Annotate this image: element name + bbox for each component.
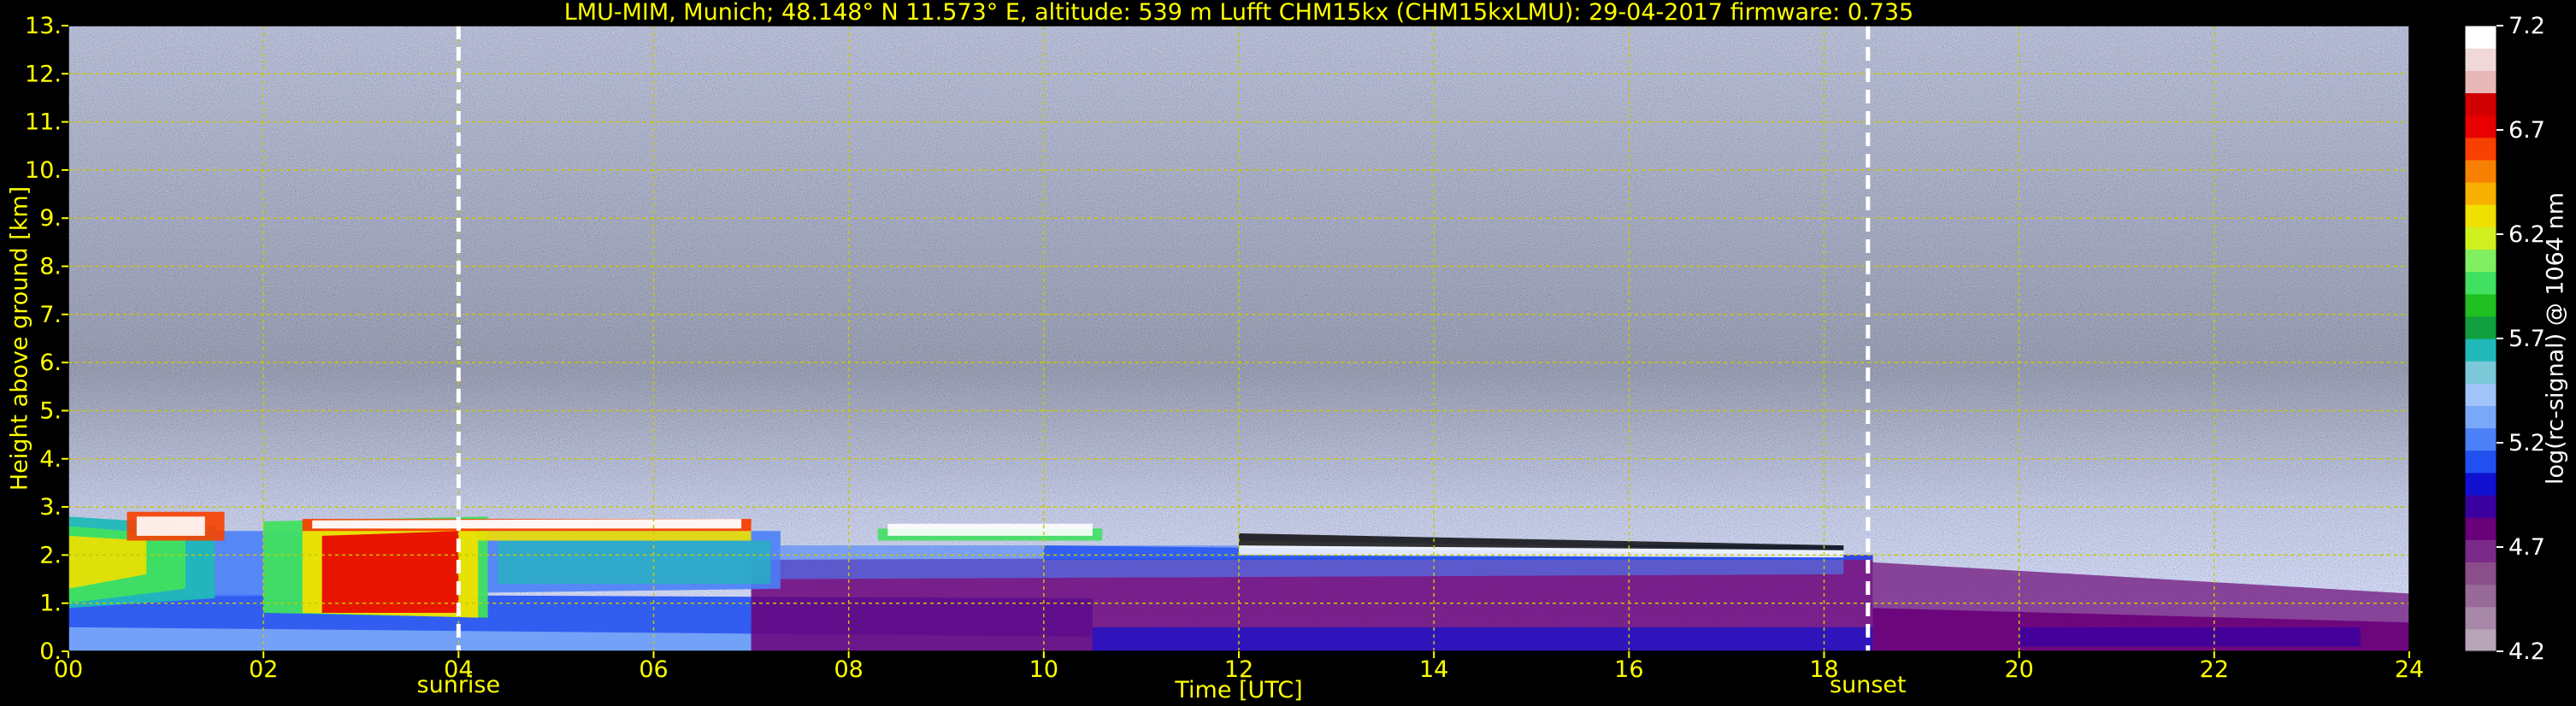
colorbar-segment-12 (2465, 361, 2496, 384)
signal-band (887, 523, 1093, 536)
colorbar-segment-21 (2465, 159, 2496, 183)
y-tick-label-12: 12. (25, 61, 62, 87)
colorbar-tick-label-3: 5.7 (2508, 326, 2545, 352)
colorbar-tick-label-2: 5.2 (2508, 430, 2545, 456)
x-tick-label-5: 10 (1029, 656, 1058, 683)
plot-area (68, 26, 2409, 651)
x-tick-label-1: 02 (249, 656, 278, 683)
colorbar-tick-label-1: 4.7 (2508, 534, 2545, 561)
chart-title: LMU-MIM, Munich; 48.148° N 11.573° E, al… (564, 0, 1913, 26)
y-tick-label-0: 0. (39, 638, 62, 665)
signal-band (136, 516, 205, 536)
y-tick-label-9: 9. (39, 205, 62, 232)
y-tick-label-7: 7. (39, 302, 62, 328)
colorbar-segment-16 (2465, 271, 2496, 295)
colorbar-segment-27 (2465, 26, 2496, 49)
colorbar-segment-3 (2465, 562, 2496, 585)
colorbar-segment-18 (2465, 227, 2496, 250)
colorbar-segment-15 (2465, 293, 2496, 317)
x-tick-label-8: 16 (1614, 656, 1643, 683)
signal-band (1092, 627, 1873, 651)
y-tick-label-1: 1. (39, 591, 62, 617)
x-axis-label: Time [UTC] (1174, 677, 1302, 703)
sunset-label: sunset (1830, 672, 1907, 698)
colorbar-tick-label-5: 6.7 (2508, 117, 2545, 144)
y-tick-label-11: 11. (25, 109, 62, 136)
colorbar-segment-1 (2465, 606, 2496, 630)
colorbar-segment-20 (2465, 182, 2496, 205)
colorbar-segment-7 (2465, 472, 2496, 496)
signal-band (478, 531, 752, 541)
y-tick-label-6: 6. (39, 350, 62, 376)
colorbar-segment-19 (2465, 204, 2496, 227)
colorbar-segment-8 (2465, 450, 2496, 474)
colorbar-segment-9 (2465, 427, 2496, 451)
signal-band (312, 519, 742, 529)
colorbar: 4.2 4.7 5.2 5.7 6.2 6.7 7.2 (2464, 13, 2545, 665)
y-axis-label: Height above ground [km] (7, 186, 33, 491)
x-tick-label-4: 08 (834, 656, 863, 683)
colorbar-segment-11 (2465, 383, 2496, 407)
x-tick-label-7: 14 (1419, 656, 1448, 683)
colorbar-segment-22 (2465, 137, 2496, 161)
y-tick-label-8: 8. (39, 254, 62, 280)
y-tick-label-13: 13. (25, 13, 62, 39)
y-tick-label-3: 3. (39, 494, 62, 521)
colorbar-segment-4 (2465, 539, 2496, 563)
x-tick-label-3: 06 (639, 656, 668, 683)
y-tick-label-4: 4. (39, 446, 62, 473)
colorbar-tick-label-6: 7.2 (2508, 13, 2545, 39)
x-tick-label-11: 22 (2200, 656, 2229, 683)
signal-band (2019, 627, 2361, 647)
x-tick-label-2: 04 (444, 656, 473, 683)
x-tick-label-12: 24 (2395, 656, 2424, 683)
colorbar-tick-label-0: 4.2 (2508, 638, 2545, 665)
x-tick-label-9: 18 (1809, 656, 1838, 683)
y-tick-label-10: 10. (25, 157, 62, 184)
colorbar-segment-26 (2465, 48, 2496, 71)
y-tick-label-5: 5. (39, 397, 62, 424)
colorbar-segment-23 (2465, 115, 2496, 138)
colorbar-segment-25 (2465, 70, 2496, 94)
colorbar-segment-13 (2465, 338, 2496, 362)
colorbar-segment-0 (2465, 628, 2496, 652)
x-tick-label-10: 20 (2004, 656, 2033, 683)
signal-band (497, 540, 771, 585)
y-tick-label-2: 2. (39, 542, 62, 568)
colorbar-segment-24 (2465, 92, 2496, 116)
colorbar-tick-label-4: 6.2 (2508, 221, 2545, 248)
colorbar-segment-17 (2465, 249, 2496, 273)
signal-band (321, 531, 459, 613)
colorbar-segment-5 (2465, 517, 2496, 540)
colorbar-segment-14 (2465, 315, 2496, 339)
colorbar-segment-6 (2465, 495, 2496, 518)
colorbar-segment-10 (2465, 405, 2496, 429)
lidar-quicklook-chart: sunrise sunset 00 02 04 06 08 10 12 14 16 18 20 22 24… (7, 0, 2569, 703)
colorbar-segment-2 (2465, 584, 2496, 608)
colorbar-label: log(rc-signal) @ 1064 nm (2543, 192, 2569, 485)
